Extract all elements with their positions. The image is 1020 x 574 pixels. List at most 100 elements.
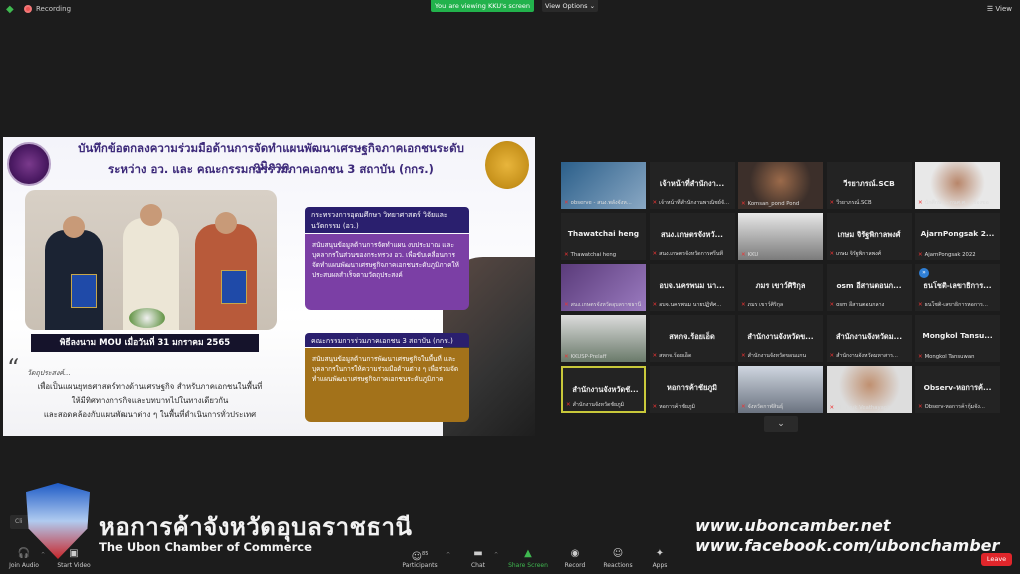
participant-name-label: ✕ KKU xyxy=(741,252,821,258)
reactions-button[interactable]: ☺ Reactions xyxy=(601,548,635,569)
participant-display-name: Mongkol Tansu... xyxy=(922,331,993,340)
participant-tile[interactable]: สนง.เกษตรจังหวั... ✕ สนง.เกษตรจังหวัดการศร… xyxy=(649,213,735,260)
chat-icon: ▬ xyxy=(473,548,483,559)
participant-tile[interactable]: ✕ จังหวัดกาฬสินธุ์ xyxy=(738,366,823,413)
participant-tile[interactable]: เจ้าหน้าที่สำนักงา... ✕ เจ้าหน้าที่สำนักงา… xyxy=(649,162,735,209)
reactions-icon: ☺ xyxy=(612,548,624,559)
participant-tile[interactable]: สหกจ.ร้อยเอ็ด ✕ สหกจ.ร้อยเอ็ด xyxy=(649,315,735,362)
objective-heading: วัตถุประสงค์... xyxy=(27,369,71,377)
participant-name-label: ✕ สนง.เกษตรจังหวัดการศรีนที xyxy=(653,250,733,258)
participant-name-label: ✕ observe - สนง.พลังจังห... xyxy=(564,199,644,207)
participant-tile[interactable]: AjarnPongsak 2... ✕ AjarnPongsak 2022 xyxy=(915,213,1000,260)
apps-button[interactable]: ✦ Apps xyxy=(648,548,672,569)
participant-label-text: ภมร เขาว์ศิริกุล xyxy=(747,302,784,308)
chat-button[interactable]: ▬ Chat xyxy=(466,548,490,569)
participant-label-text: จังหวัดกาฬสินธุ์ xyxy=(747,404,784,410)
participant-tile[interactable]: ✕ นักศึกษา - กนศ.ศ. ...ร้องขอ xyxy=(915,162,1000,209)
video-off-icon: ▣ xyxy=(69,548,79,559)
participant-tile[interactable]: ภมร เขาว์ศิริกุล ✕ ภมร เขาว์ศิริกุล xyxy=(738,264,823,311)
participant-display-name: osm อีสานตอนก... xyxy=(836,281,902,290)
participant-name-label: ✕ osm อีสานตอนกลาง xyxy=(830,301,910,309)
leave-button[interactable]: Leave xyxy=(981,553,1012,566)
participant-name-label: ✕ เจ้าหน้าที่สำนักงานพาณิชย์จั... xyxy=(653,199,733,207)
participant-tile[interactable]: » ธนโชติ-เลขาธิการ... ✕ ธนโชติ-เลขาธิการหอก… xyxy=(915,264,1000,311)
participant-tile[interactable]: วีรยาภรณ์.SCB ✕ วีรยาภรณ์.SCB xyxy=(826,162,912,209)
recording-label: Recording xyxy=(36,5,72,13)
objective-line: เพื่อเป็นแผนยุทธศาสตร์ทางด้านเศรษฐกิจ สำ… xyxy=(37,382,263,391)
objective-line: และสอดคล้องกับแผนพัฒนาต่าง ๆ ในพื้นที่ดำ… xyxy=(43,410,257,419)
participant-tile[interactable]: หอการค้าชัยภูมิ ✕ หอการค้าชัยภูมิ xyxy=(649,366,735,413)
join-audio-label: Join Audio xyxy=(9,562,39,569)
start-video-button[interactable]: ▣ Start Video xyxy=(56,548,92,569)
mic-muted-icon: ✕ xyxy=(741,201,746,207)
chat-caret-icon[interactable]: ^ xyxy=(494,552,498,558)
gallery-next-page-button[interactable]: ⌄ xyxy=(764,416,798,432)
participants-label: Participants xyxy=(402,562,438,569)
view-options-button[interactable]: View Options ⌄ xyxy=(542,0,598,12)
viewing-screen-banner: You are viewing KKU's screen xyxy=(431,0,534,12)
chat-label: Chat xyxy=(470,562,486,569)
participant-tile[interactable]: ✕ observe - สนง.พลังจังห... xyxy=(561,162,646,209)
mic-muted-icon: ✕ xyxy=(741,404,746,410)
chamber-website: www.uboncamber.net xyxy=(695,516,891,535)
record-label: Record xyxy=(564,562,586,569)
participant-name-label: ✕ KKUSP-Prelaff xyxy=(564,354,644,360)
participant-tile[interactable]: อบจ.นครพนม นา... ✕ อบจ.นครพนม นายปฏิทัศ... xyxy=(649,264,735,311)
participant-tile[interactable]: ✕ Komsan_pond Pond xyxy=(738,162,823,209)
participant-label-text: Thawatchai heng xyxy=(570,252,617,258)
participant-tile[interactable]: สำนักงานจังหวัดชั... ✕ สำนักงานจังหวัดชัยภ… xyxy=(561,366,646,413)
participant-tile[interactable]: Mongkol Tansu... ✕ Mongkol Tansuwan xyxy=(915,315,1000,362)
tooltip-hint: Cli xyxy=(10,515,30,529)
participant-tile[interactable]: ✕ KKUSP-Prelaff xyxy=(561,315,646,362)
recording-indicator[interactable]: Recording xyxy=(24,5,71,13)
participants-icon: ☺85 xyxy=(411,551,429,563)
participants-caret-icon[interactable]: ^ xyxy=(446,552,450,558)
record-button[interactable]: ◉ Record xyxy=(562,548,588,569)
participant-display-name: Observ-หอการค้... xyxy=(923,383,992,392)
mic-muted-icon: ✕ xyxy=(652,353,658,359)
view-button[interactable]: ☰ View xyxy=(987,5,1012,13)
participant-name-label: ✕ Komsan_pond Pond xyxy=(741,201,821,207)
participant-display-name: Thawatchai heng xyxy=(567,229,640,238)
photo-caption: พิธีลงนาม MOU เมื่อวันที่ 31 มกราคม 2565 xyxy=(31,334,259,352)
start-video-label: Start Video xyxy=(57,562,91,569)
participant-name-label: ✕ สหกจ.ร้อยเอ็ด xyxy=(653,352,733,360)
participant-label-text: Observ-หอการค้ากุ้มจัง... xyxy=(924,404,985,410)
participant-tile[interactable]: สำนักงานจังหวัดข... ✕ สำนักงานจังหวัดขอนแก… xyxy=(738,315,823,362)
audio-caret-icon[interactable]: ^ xyxy=(41,552,45,558)
participant-name-label: ✕ Thawatchai heng xyxy=(564,252,644,258)
participant-label-text: สนง.เกษตรจังหวัดอุบลราชธานี xyxy=(570,302,642,308)
participant-tile[interactable]: ✕ KKU xyxy=(738,213,823,260)
top-bar: ◆ Recording You are viewing KKU's screen… xyxy=(0,0,1020,20)
join-audio-button[interactable]: 🎧 Join Audio xyxy=(8,548,40,569)
participant-display-name: สนง.เกษตรจังหวั... xyxy=(660,230,723,239)
participant-tile[interactable]: ✕ Chaiyuk Veathayaphan xyxy=(826,366,912,413)
participant-label-text: อบจ.นครพนม นายปฏิทัศ... xyxy=(659,302,722,308)
ministry-seal-icon xyxy=(7,142,51,186)
participant-tile[interactable]: Observ-หอการค้... ✕ Observ-หอการค้ากุ้มจัง… xyxy=(915,366,1000,413)
participant-label-text: Chaiyuk Veathayaphan xyxy=(836,405,898,411)
chevron-down-icon: ⌄ xyxy=(777,419,785,429)
host-badge-icon: » xyxy=(919,268,929,278)
participant-label-text: Komsan_pond Pond xyxy=(747,201,800,207)
participant-label-text: หอการค้าชัยภูมิ xyxy=(659,404,696,410)
share-screen-button[interactable]: ▲ Share Screen xyxy=(508,548,548,569)
security-shield-icon[interactable]: ◆ xyxy=(6,4,16,16)
record-icon: ◉ xyxy=(570,548,580,559)
mic-muted-icon: ✕ xyxy=(918,200,923,206)
participant-tile[interactable]: สำนักงานจังหวัดม... ✕ สำนักงานจังหวัดมหาสา… xyxy=(826,315,912,362)
participant-tile[interactable]: ✕ สนง.เกษตรจังหวัดอุบลราชธานี xyxy=(561,264,646,311)
mic-muted-icon: ✕ xyxy=(918,252,923,258)
participants-button[interactable]: ☺85 Participants xyxy=(401,548,439,569)
mic-muted-icon: ✕ xyxy=(564,302,569,308)
participant-tile[interactable]: เกษม จิรัฐพิกาลพงศ์ ✕ เกษม จิรัฐพิกาลพงศ์ xyxy=(826,213,912,260)
participant-display-name: สำนักงานจังหวัดข... xyxy=(747,332,814,341)
participant-display-name: เกษม จิรัฐพิกาลพงศ์ xyxy=(837,230,901,239)
participant-tile[interactable]: osm อีสานตอนก... ✕ osm อีสานตอนกลาง xyxy=(826,264,912,311)
participant-display-name: ธนโชติ-เลขาธิการ... xyxy=(923,281,992,290)
participant-name-label: ✕ Chaiyuk Veathayaphan xyxy=(830,405,910,411)
participant-tile[interactable]: Thawatchai heng ✕ Thawatchai heng xyxy=(561,213,646,260)
jsccib-box-text: สนับสนุนข้อมูลด้านการพัฒนาเศรษฐกิจในพื้น… xyxy=(305,348,469,422)
mic-muted-icon: ✕ xyxy=(564,354,569,360)
participant-label-text: osm อีสานตอนกลาง xyxy=(836,302,885,308)
